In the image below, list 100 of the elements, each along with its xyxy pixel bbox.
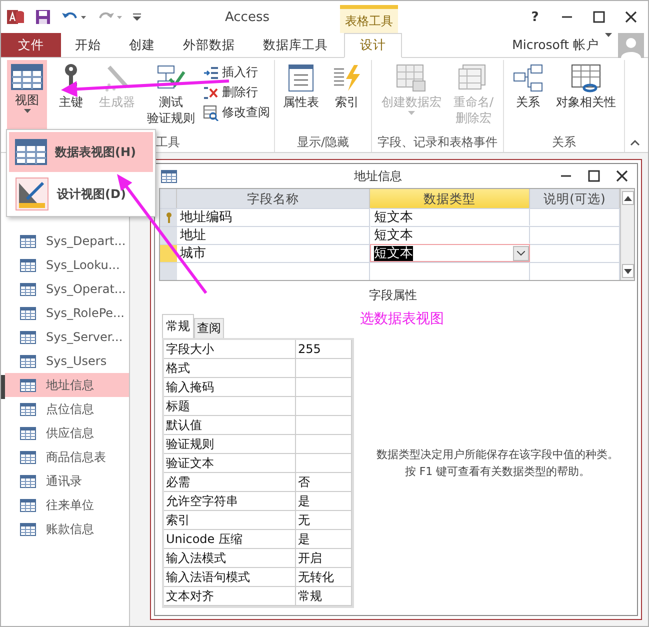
property-value[interactable] bbox=[296, 416, 352, 435]
property-value[interactable]: 255 bbox=[296, 340, 352, 359]
close-button[interactable] bbox=[615, 168, 629, 184]
table-cell[interactable] bbox=[530, 208, 620, 226]
table-icon bbox=[20, 426, 36, 440]
property-name: 允许空字符串 bbox=[164, 492, 296, 511]
chevron-down-icon bbox=[517, 250, 525, 256]
ribbon-button[interactable]: 视图 bbox=[7, 60, 47, 132]
contextual-tab-group: 表格工具 bbox=[340, 5, 398, 33]
avatar-icon bbox=[618, 33, 644, 58]
customize-toolbar-icon[interactable] bbox=[133, 12, 141, 22]
nav-item[interactable]: Sys_Server... bbox=[5, 325, 129, 349]
ribbon-tab[interactable]: 创建 bbox=[115, 33, 169, 57]
property-name: 必需 bbox=[164, 473, 296, 492]
data-type-field[interactable]: 短文本 bbox=[370, 244, 530, 262]
column-header[interactable]: 字段名称 bbox=[177, 189, 370, 208]
table-icon bbox=[20, 234, 36, 248]
nav-item[interactable]: Sys_Operat... bbox=[5, 277, 129, 301]
property-value[interactable]: 无转化 bbox=[296, 568, 352, 587]
insert-rows-icon bbox=[203, 66, 219, 80]
help-button[interactable]: ? bbox=[528, 9, 542, 25]
design-ruler-icon bbox=[15, 177, 49, 211]
nav-item[interactable]: 通讯录 bbox=[5, 469, 129, 493]
ribbon-tab[interactable]: 数据库工具 bbox=[249, 33, 342, 57]
nav-item[interactable]: Sys_Users bbox=[5, 349, 129, 373]
property-value[interactable]: 常规 bbox=[296, 587, 352, 606]
property-value[interactable] bbox=[296, 378, 352, 397]
column-header[interactable]: 数据类型 bbox=[370, 189, 530, 208]
ribbon-button[interactable]: 关系 bbox=[508, 60, 548, 132]
property-tab[interactable]: 查阅 bbox=[194, 318, 224, 338]
table-icon bbox=[20, 354, 36, 368]
maximize-icon bbox=[588, 170, 600, 182]
ribbon-button[interactable]: 对象相关性 bbox=[552, 60, 620, 132]
document-title: 地址信息 bbox=[353, 168, 403, 184]
nav-item[interactable]: 点位信息 bbox=[5, 397, 129, 421]
ribbon-button[interactable]: 属性表 bbox=[279, 60, 323, 132]
ribbon-button[interactable]: 修改查阅 bbox=[203, 104, 270, 121]
ribbon-tab[interactable]: 外部数据 bbox=[169, 33, 249, 57]
nav-item[interactable]: 供应信息 bbox=[5, 421, 129, 445]
table-cell[interactable]: 地址 bbox=[177, 226, 370, 244]
table-icon bbox=[20, 258, 36, 272]
column-header[interactable]: 说明(可选) bbox=[530, 189, 620, 208]
key-icon bbox=[166, 212, 172, 224]
ribbon-button[interactable]: 插入行 bbox=[203, 64, 270, 81]
menu-item[interactable]: 数据表视图(H) bbox=[9, 132, 153, 172]
property-value[interactable]: 开启 bbox=[296, 549, 352, 568]
ribbon-button[interactable]: 索引 bbox=[327, 60, 367, 132]
save-icon[interactable] bbox=[35, 9, 51, 25]
dropdown-button[interactable] bbox=[513, 246, 529, 260]
property-value[interactable] bbox=[296, 454, 352, 473]
table-icon bbox=[20, 498, 36, 512]
table-cell[interactable]: 地址编码 bbox=[177, 208, 370, 226]
table-icon bbox=[20, 474, 36, 488]
group-label: 工具 bbox=[156, 134, 180, 151]
nav-item[interactable]: Sys_Looku... bbox=[5, 253, 129, 277]
maximize-button[interactable] bbox=[587, 168, 601, 184]
table-cell[interactable] bbox=[370, 262, 530, 280]
maximize-button[interactable] bbox=[592, 9, 606, 25]
window-title: Access bbox=[225, 10, 270, 25]
ribbon-tab[interactable]: 开始 bbox=[61, 33, 115, 57]
ribbon-tab[interactable]: 设计 bbox=[344, 33, 402, 58]
property-value[interactable]: 无 bbox=[296, 511, 352, 530]
lightning-list-icon bbox=[332, 63, 362, 93]
account-menu[interactable]: Microsoft 帐户 bbox=[512, 36, 599, 54]
group-label: 字段、记录和表格事件 bbox=[378, 134, 498, 151]
table-cell[interactable] bbox=[530, 226, 620, 244]
table-icon bbox=[20, 450, 36, 464]
scrollbar[interactable] bbox=[620, 189, 634, 280]
data-type-field[interactable]: 短文本 bbox=[370, 208, 530, 226]
property-name: 验证文本 bbox=[164, 454, 296, 473]
property-value[interactable] bbox=[296, 359, 352, 378]
nav-item[interactable]: 地址信息 bbox=[5, 373, 129, 397]
table-cell[interactable] bbox=[530, 262, 620, 280]
nav-item[interactable]: 商品信息表 bbox=[5, 445, 129, 469]
property-name: 输入掩码 bbox=[164, 378, 296, 397]
property-name: 字段大小 bbox=[164, 340, 296, 359]
row-selector[interactable] bbox=[160, 208, 177, 226]
property-tab[interactable]: 常规 bbox=[162, 314, 194, 338]
property-value[interactable]: 是 bbox=[296, 530, 352, 549]
ribbon-button[interactable]: 删除行 bbox=[203, 84, 270, 101]
nav-item[interactable]: Sys_RolePe... bbox=[5, 301, 129, 325]
close-button[interactable] bbox=[624, 9, 638, 25]
collapse-ribbon-icon[interactable] bbox=[630, 140, 640, 146]
property-value[interactable] bbox=[296, 435, 352, 454]
property-value[interactable] bbox=[296, 397, 352, 416]
table-cell[interactable] bbox=[530, 244, 620, 262]
property-name: 索引 bbox=[164, 511, 296, 530]
nav-item[interactable]: 往来单位 bbox=[5, 493, 129, 517]
data-type-field[interactable]: 短文本 bbox=[370, 226, 530, 244]
property-value[interactable]: 否 bbox=[296, 473, 352, 492]
scroll-down-icon[interactable] bbox=[622, 264, 634, 278]
maximize-icon bbox=[593, 11, 605, 23]
property-value[interactable]: 是 bbox=[296, 492, 352, 511]
property-name: 验证规则 bbox=[164, 435, 296, 454]
nav-item[interactable]: 账款信息 bbox=[5, 517, 129, 541]
delete-rows-icon bbox=[203, 86, 219, 100]
grid-corner bbox=[160, 189, 177, 208]
scroll-up-icon[interactable] bbox=[622, 191, 634, 205]
file-tab[interactable]: 文件 bbox=[1, 33, 61, 57]
nav-item[interactable]: Sys_Depart... bbox=[5, 229, 129, 253]
